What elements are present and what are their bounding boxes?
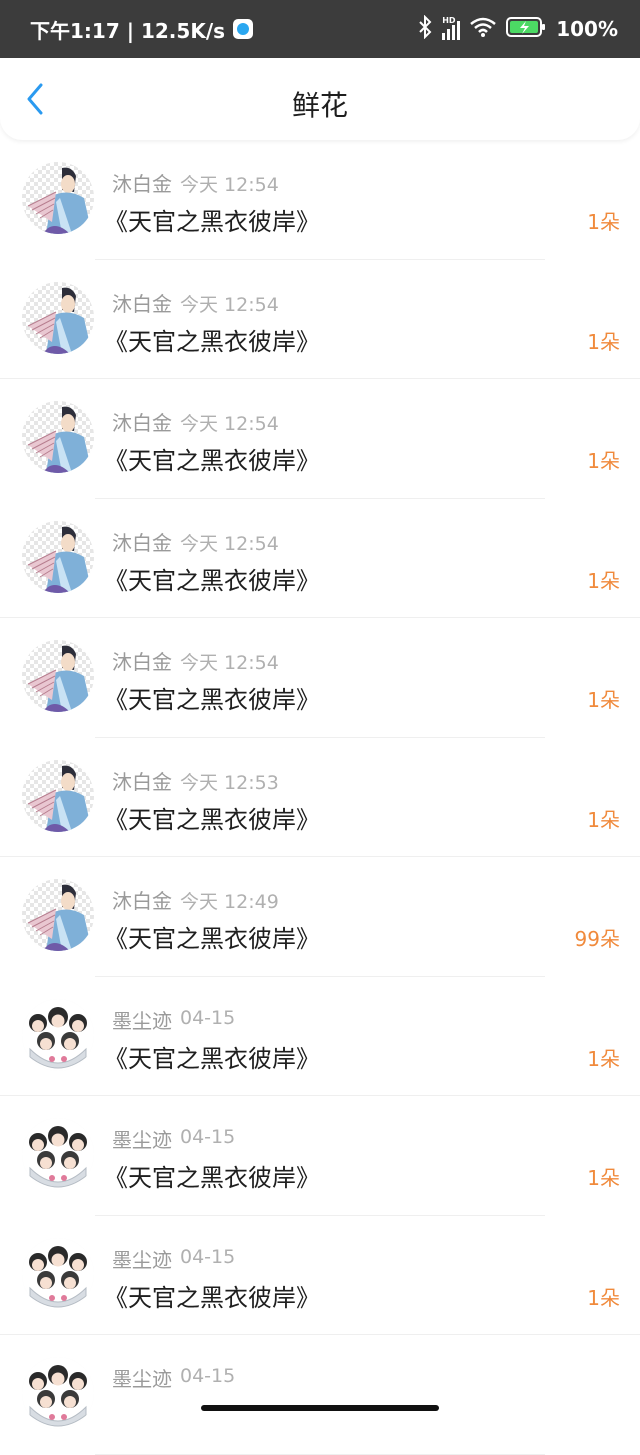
gift-time: 今天 12:54	[180, 293, 279, 316]
flower-count: 99朵	[574, 927, 620, 951]
list-item[interactable]: 沐白金 今天 12:49 《天官之黑衣彼岸》 99朵	[0, 857, 640, 977]
flower-count: 1朵	[587, 329, 620, 354]
avatar[interactable]	[22, 879, 94, 951]
flower-gift-list[interactable]: 沐白金 今天 12:54 《天官之黑衣彼岸》 1朵 沐白金 今天 12:54 《天官之黑衣…	[0, 140, 640, 1455]
flower-count: 1朵	[587, 688, 620, 712]
status-time-speed: 下午1:17 | 12.5K/s	[30, 18, 226, 43]
sender-name[interactable]: 沐白金	[112, 407, 172, 436]
top-nav-bar: 鲜花	[0, 58, 640, 140]
list-item[interactable]: 沐白金 今天 12:54 《天官之黑衣彼岸》 1朵	[0, 140, 640, 260]
avatar[interactable]	[22, 640, 94, 712]
book-title[interactable]: 《天官之黑衣彼岸》	[104, 441, 320, 476]
gift-time: 04-15	[180, 1126, 236, 1148]
sender-name[interactable]: 沐白金	[112, 288, 172, 317]
avatar[interactable]	[22, 281, 94, 354]
sender-name[interactable]: 墨尘迹	[112, 1005, 172, 1034]
book-title[interactable]: 《天官之黑衣彼岸》	[104, 322, 320, 357]
sender-name[interactable]: 沐白金	[112, 527, 172, 556]
list-item[interactable]: 沐白金 今天 12:53 《天官之黑衣彼岸》 1朵	[0, 738, 640, 857]
book-title[interactable]: 《天官之黑衣彼岸》	[104, 202, 320, 237]
page-title: 鲜花	[291, 89, 348, 122]
list-item[interactable]: 墨尘迹 04-15 《天官之黑衣彼岸》 1朵	[0, 1096, 640, 1216]
gift-time: 04-15	[180, 1365, 236, 1387]
flower-count: 1朵	[587, 210, 620, 234]
gift-time: 今天 12:54	[180, 174, 279, 196]
book-title[interactable]: 《天官之黑衣彼岸》	[104, 1158, 320, 1193]
gift-time: 04-15	[180, 1245, 236, 1268]
avatar[interactable]	[22, 520, 94, 593]
book-title[interactable]: 《天官之黑衣彼岸》	[104, 919, 320, 954]
list-item[interactable]: 墨尘迹 04-15 《天官之黑衣彼岸》 1朵	[0, 977, 640, 1096]
home-indicator[interactable]	[201, 1405, 439, 1411]
list-item[interactable]: 沐白金 今天 12:54 《天官之黑衣彼岸》 1朵	[0, 379, 640, 499]
avatar[interactable]	[22, 162, 94, 234]
gift-time: 04-15	[180, 1006, 236, 1029]
book-title[interactable]: 《天官之黑衣彼岸》	[104, 800, 320, 835]
flower-count: 1朵	[587, 449, 620, 473]
hd-label: HD	[442, 16, 456, 25]
battery-percent: 100%	[556, 17, 618, 41]
flower-count: 1朵	[587, 1166, 620, 1190]
avatar[interactable]	[22, 1357, 94, 1429]
gift-time: 今天 12:49	[180, 891, 279, 913]
list-item[interactable]: 墨尘迹 04-15 《天官之黑衣彼岸》 1朵	[0, 1216, 640, 1335]
sender-name[interactable]: 墨尘迹	[112, 1124, 172, 1153]
book-title[interactable]: 《天官之黑衣彼岸》	[104, 680, 320, 715]
book-title[interactable]: 《天官之黑衣彼岸》	[104, 1278, 320, 1313]
sender-name[interactable]: 沐白金	[112, 885, 172, 914]
avatar[interactable]	[22, 1118, 94, 1190]
sender-name[interactable]: 沐白金	[112, 168, 172, 197]
flower-count: 1朵	[587, 1046, 620, 1071]
flower-count: 1朵	[587, 807, 620, 832]
avatar[interactable]	[22, 401, 94, 473]
avatar[interactable]	[22, 998, 94, 1071]
sender-name[interactable]: 墨尘迹	[112, 1244, 172, 1273]
gift-time: 今天 12:53	[180, 771, 279, 794]
signal-icon: HD	[442, 16, 461, 40]
flower-count: 1朵	[587, 1285, 620, 1310]
gift-time: 今天 12:54	[180, 413, 279, 435]
flower-count: 1朵	[587, 568, 620, 593]
avatar[interactable]	[22, 759, 94, 832]
status-bar: 下午1:17 | 12.5K/s HD 100%	[0, 0, 640, 58]
book-title[interactable]: 《天官之黑衣彼岸》	[104, 561, 320, 596]
gift-time: 今天 12:54	[180, 532, 279, 555]
list-item[interactable]: 沐白金 今天 12:54 《天官之黑衣彼岸》 1朵	[0, 499, 640, 618]
app-notification-icon	[233, 19, 254, 39]
sender-name[interactable]: 沐白金	[112, 766, 172, 795]
wifi-icon	[470, 17, 497, 42]
battery-icon	[506, 16, 546, 43]
list-item[interactable]: 沐白金 今天 12:54 《天官之黑衣彼岸》 1朵	[0, 618, 640, 738]
bluetooth-icon	[418, 14, 432, 44]
list-item[interactable]: 沐白金 今天 12:54 《天官之黑衣彼岸》 1朵	[0, 260, 640, 379]
sender-name[interactable]: 墨尘迹	[112, 1363, 172, 1392]
gift-time: 今天 12:54	[180, 652, 279, 674]
list-item[interactable]: 墨尘迹 04-15	[0, 1335, 640, 1455]
book-title[interactable]: 《天官之黑衣彼岸》	[104, 1039, 320, 1074]
avatar[interactable]	[22, 1237, 94, 1310]
sender-name[interactable]: 沐白金	[112, 646, 172, 675]
